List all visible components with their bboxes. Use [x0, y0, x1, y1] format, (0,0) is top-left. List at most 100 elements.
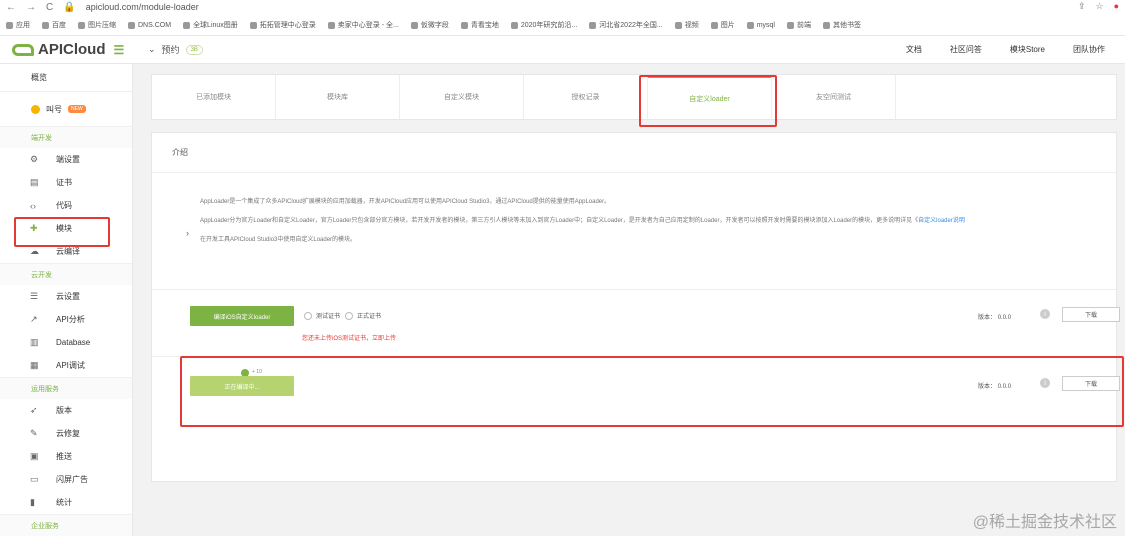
- bookmark-label: 仮微字段: [420, 22, 449, 29]
- bookmark-item[interactable]: 全球Linux图册: [183, 20, 238, 30]
- sidebar-item[interactable]: ▮ 统计: [0, 491, 132, 514]
- bookmark-label: 前端: [796, 22, 811, 29]
- chevron-down-icon: ⌄: [148, 44, 156, 54]
- loader-doc-link[interactable]: 自定义loader说明: [918, 218, 965, 224]
- top-link[interactable]: 模块Store: [1010, 44, 1045, 55]
- intro-paragraph: AppLoader分为官方Loader和自定义Loader，官方Loader只包…: [200, 218, 919, 224]
- bookmark-icon: [589, 21, 597, 29]
- sidebar-item[interactable]: ‹› 代码: [0, 194, 132, 217]
- sidebar-item-label: 云修复: [56, 429, 80, 438]
- radio-release-cert[interactable]: 正式证书: [345, 311, 381, 320]
- bookmark-label: mysql: [756, 21, 775, 29]
- bookmark-item[interactable]: mysql: [746, 21, 775, 29]
- bookmark-icon: [183, 21, 191, 29]
- sidebar-item[interactable]: ▭ 闪屏广告: [0, 468, 132, 491]
- bookmark-item[interactable]: 视频: [674, 20, 699, 30]
- ad-icon: ▭: [30, 474, 39, 484]
- app-avatar: [31, 104, 40, 114]
- sidebar-group-title: 企业服务: [0, 514, 132, 536]
- menu-icon[interactable]: ☰: [114, 43, 125, 57]
- share-icon[interactable]: ⇪: [1078, 1, 1086, 12]
- radio-test-cert[interactable]: 测试证书: [304, 311, 340, 320]
- bookmark-item[interactable]: 前端: [786, 20, 811, 30]
- sidebar-item-label: 统计: [56, 498, 72, 507]
- bookmark-icon: [674, 21, 682, 29]
- sidebar-group-title: 云开发: [0, 263, 132, 285]
- chart-icon: ↗: [30, 314, 38, 324]
- project-selector[interactable]: ⌄ 预约 3B: [148, 43, 203, 56]
- bookmark-label: 其他书签: [832, 22, 861, 29]
- stats-icon: ▮: [30, 497, 35, 507]
- star-icon[interactable]: ☆: [1095, 1, 1103, 12]
- sidebar-overview[interactable]: 概览: [0, 64, 132, 92]
- bookmark-item[interactable]: 仮微字段: [410, 20, 449, 30]
- sidebar-item[interactable]: ⚙ 端设置: [0, 148, 132, 171]
- forward-icon[interactable]: →: [26, 2, 36, 13]
- sidebar-item[interactable]: ▥ Database: [0, 331, 132, 354]
- radio-label: 正式证书: [357, 314, 382, 320]
- bookmark-label: 图片: [720, 22, 735, 29]
- tab-item[interactable]: 授权记录: [524, 75, 648, 119]
- bookmark-item[interactable]: 百度: [42, 20, 66, 30]
- chevron-right-icon[interactable]: ›: [186, 228, 189, 238]
- project-badge: 3B: [185, 44, 203, 55]
- profile-icon[interactable]: ●: [1114, 1, 1119, 12]
- sidebar-item[interactable]: ↗ API分析: [0, 308, 132, 331]
- watermark: @稀土掘金技术社区: [972, 514, 1117, 531]
- back-icon[interactable]: ←: [6, 2, 16, 13]
- tab-item[interactable]: 友空间测试: [772, 75, 896, 119]
- cloud-build-icon: ☁: [30, 246, 39, 256]
- bookmark-label: 全球Linux图册: [193, 22, 238, 29]
- sidebar-item[interactable]: ☰ 云设置: [0, 285, 132, 308]
- wrench-icon: ✎: [30, 428, 38, 438]
- new-badge: NEW: [68, 105, 86, 113]
- sidebar: 概览 叫号 NEW 端开发 ⚙ 端设置 ▤ 证书 ‹› 代码 ✚ 模块 ☁ 云编译 云开发 ☰ 云设置 ↗ A…: [0, 64, 133, 536]
- version-label: 版本：: [978, 315, 997, 321]
- bookmark-item[interactable]: 其他书签: [822, 20, 861, 30]
- top-link[interactable]: 文档: [906, 44, 922, 55]
- bookmark-item[interactable]: 卖家中心登录 - 全...: [327, 20, 399, 30]
- build-ios-loader-button[interactable]: 编译iOS自定义loader: [190, 306, 294, 326]
- bookmark-item[interactable]: DNS.COM: [128, 21, 171, 29]
- sidebar-item[interactable]: ▣ 推送: [0, 445, 132, 468]
- bookmark-item[interactable]: 图片压缩: [78, 20, 116, 30]
- bookmark-item[interactable]: 河北省2022年全国...: [589, 20, 663, 30]
- bookmark-icon: [786, 21, 794, 29]
- cert-warning[interactable]: 您还未上传iOS测试证书，立即上传: [302, 333, 396, 342]
- download-button[interactable]: 下载: [1062, 307, 1120, 322]
- bookmark-item[interactable]: 2020年研究前沿...: [510, 20, 577, 30]
- top-links: 文档 社区问答 模块Store 团队协作: [906, 44, 1105, 55]
- reload-icon[interactable]: C: [46, 2, 53, 13]
- tab-item[interactable]: 已添加模块: [152, 75, 276, 119]
- sidebar-app[interactable]: 叫号 NEW: [0, 92, 132, 126]
- bookmark-label: 卖家中心登录 - 全...: [337, 22, 399, 29]
- info-icon[interactable]: i: [1040, 309, 1050, 319]
- intro-paragraph: 在开发工具APICloud Studio3中使用自定义Loader的模块。: [200, 237, 357, 243]
- sidebar-item[interactable]: ▦ API调试: [0, 354, 132, 377]
- bookmark-item[interactable]: 应用: [6, 20, 30, 30]
- app-topbar: APICloud ☰ ⌄ 预约 3B 文档 社区问答 模块Store 团队协作: [0, 36, 1125, 64]
- bookmark-label: 拓拓管理中心登录: [259, 22, 316, 29]
- bookmark-icon: [78, 21, 85, 29]
- intro-text: AppLoader是一个集成了众多APICloud扩展模块的应用加载器，开发AP…: [200, 198, 1110, 255]
- top-link[interactable]: 社区问答: [950, 44, 982, 55]
- bookmark-item[interactable]: 图片: [710, 20, 735, 30]
- tab-bar: 已添加模块 模块库 自定义模块 授权记录 自定义loader 友空间测试: [151, 74, 1117, 120]
- address-bar[interactable]: apicloud.com/module-loader: [86, 2, 199, 12]
- sidebar-item[interactable]: ✎ 云修复: [0, 422, 132, 445]
- version-text: 版本： 0.0.0: [978, 312, 1011, 321]
- cloud-logo-icon: [12, 43, 34, 56]
- sidebar-item-label: 版本: [56, 406, 72, 415]
- tab-item[interactable]: 模块库: [276, 75, 400, 119]
- top-link[interactable]: 团队协作: [1073, 44, 1105, 55]
- tab-item[interactable]: 自定义模块: [400, 75, 524, 119]
- sidebar-item[interactable]: ▤ 证书: [0, 171, 132, 194]
- sidebar-item-label: 端设置: [56, 155, 80, 164]
- bookmark-item[interactable]: 拓拓管理中心登录: [249, 20, 316, 30]
- bookmark-item[interactable]: 青看宝地: [460, 20, 499, 30]
- sidebar-item[interactable]: ➶ 版本: [0, 399, 132, 422]
- logo[interactable]: APICloud ☰: [0, 41, 134, 58]
- sidebar-item-label: 推送: [56, 452, 72, 461]
- bookmark-icon: [822, 21, 830, 29]
- loader-panel: 介绍 › AppLoader是一个集成了众多APICloud扩展模块的应用加载器…: [151, 132, 1120, 482]
